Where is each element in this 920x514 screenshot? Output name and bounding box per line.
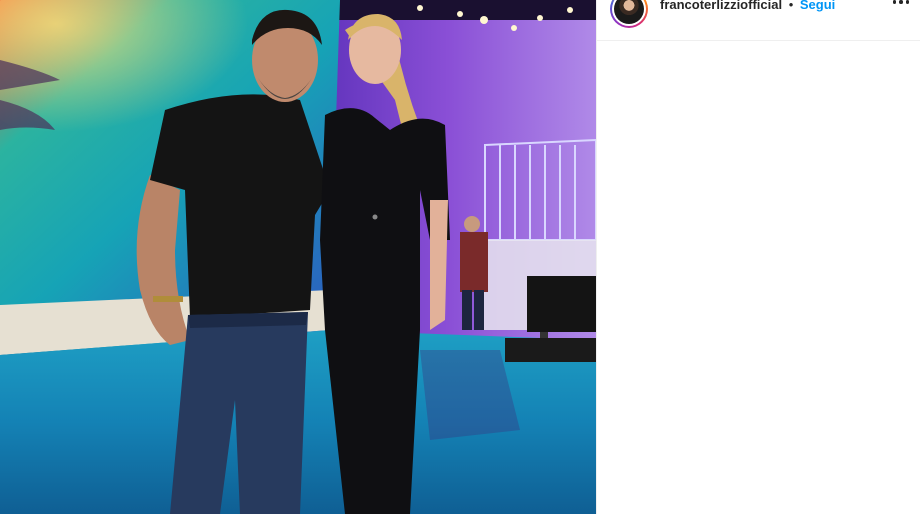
post-photo[interactable]: [0, 0, 596, 514]
more-dot: [892, 0, 897, 4]
post-photo-illustration: [0, 0, 596, 514]
avatar-image: [614, 0, 644, 24]
more-dot: [905, 0, 910, 4]
more-options-icon[interactable]: [889, 0, 913, 10]
avatar[interactable]: [610, 0, 648, 28]
post-header: francoterlizziofficial • Segui: [597, 0, 920, 41]
more-dot: [899, 0, 903, 4]
user-line: francoterlizziofficial • Segui: [660, 0, 835, 13]
follow-button[interactable]: Segui: [800, 0, 835, 12]
post-side-panel: francoterlizziofficial • Segui: [596, 0, 920, 514]
separator-dot: •: [788, 0, 794, 12]
avatar-border: [612, 0, 646, 26]
username-link[interactable]: francoterlizziofficial: [660, 0, 782, 12]
